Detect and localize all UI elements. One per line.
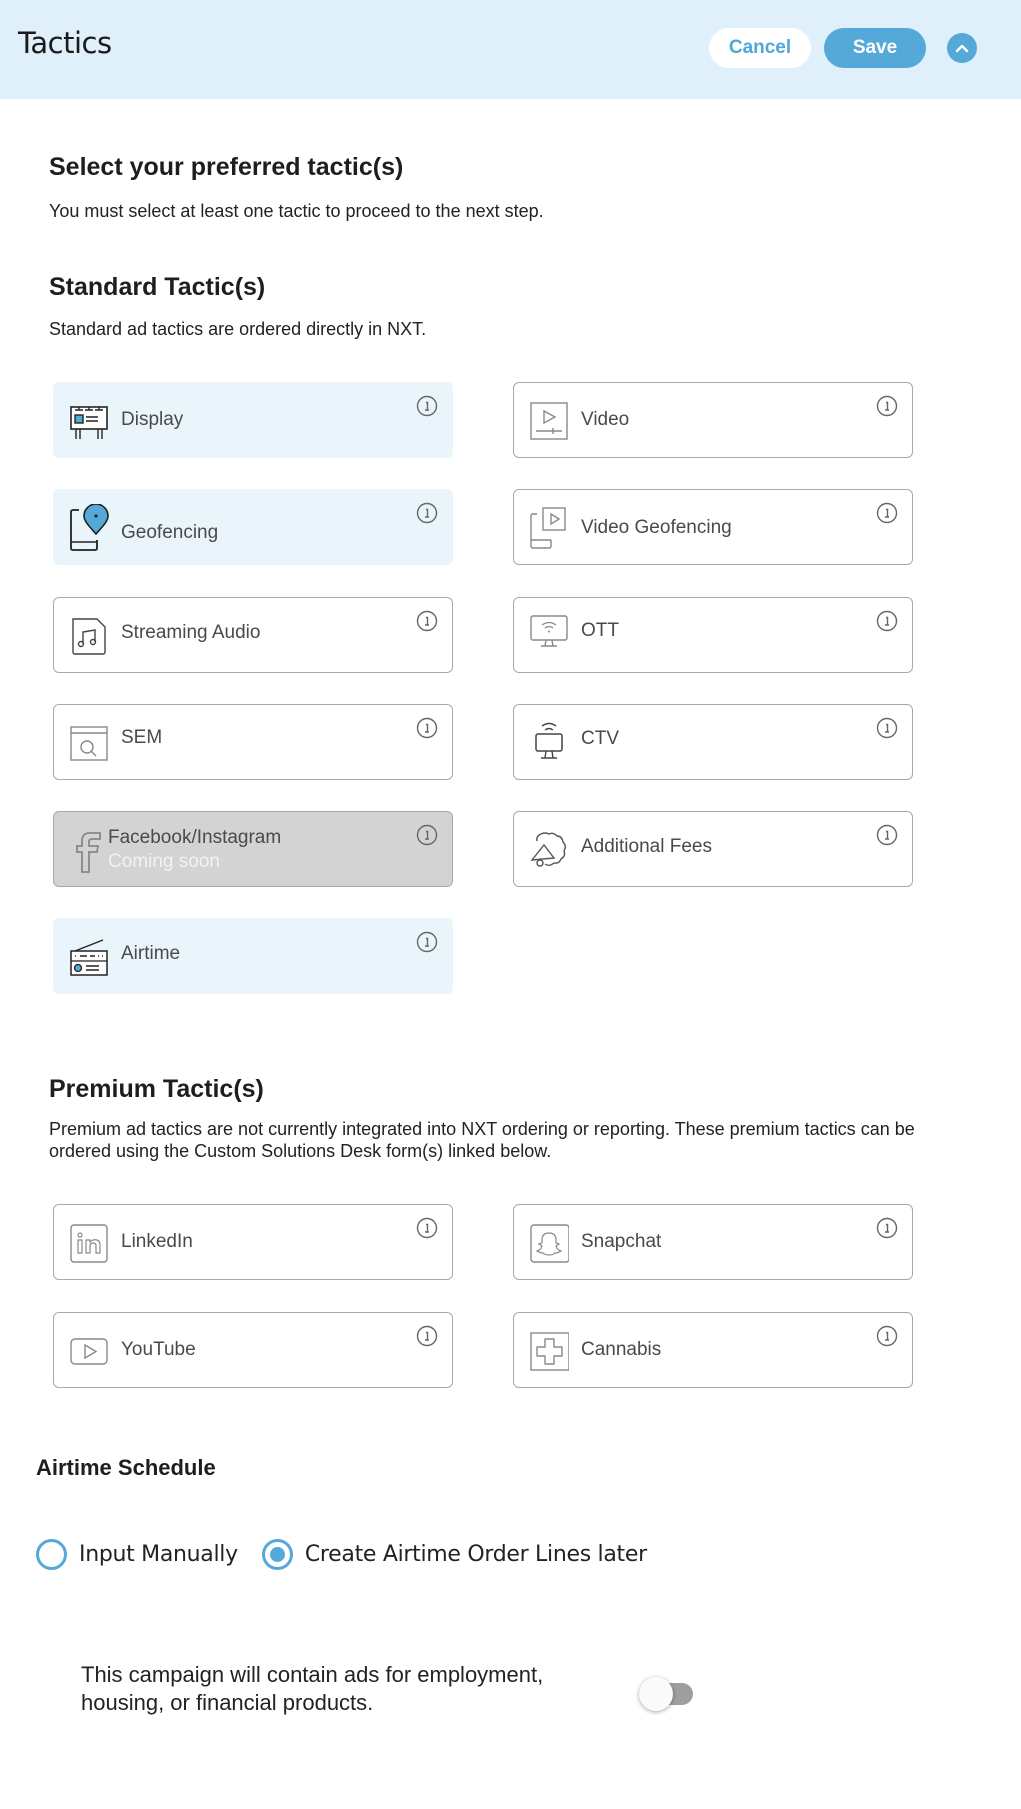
info-icon[interactable]	[416, 717, 438, 739]
tactic-card-linkedin[interactable]: LinkedIn	[53, 1204, 453, 1280]
info-icon[interactable]	[416, 931, 438, 953]
tactic-card-ott[interactable]: OTT	[513, 597, 913, 673]
music-file-icon	[72, 618, 106, 655]
tactic-card-video[interactable]: Video	[513, 382, 913, 458]
coming-soon-label: Coming soon	[108, 851, 220, 872]
tactic-card-cannabis[interactable]: Cannabis	[513, 1312, 913, 1388]
monitor-wifi-icon	[530, 615, 568, 647]
tactic-card-streaming-audio[interactable]: Streaming Audio	[53, 597, 453, 673]
info-icon[interactable]	[416, 502, 438, 524]
radio-icon	[70, 939, 108, 976]
youtube-icon	[70, 1338, 108, 1365]
tactic-label: Cannabis	[581, 1339, 662, 1360]
info-icon[interactable]	[416, 610, 438, 632]
info-icon[interactable]	[876, 1325, 898, 1347]
tactic-label: Geofencing	[121, 522, 219, 543]
tactic-label: CTV	[581, 728, 619, 749]
tactic-label: Video Geofencing	[581, 517, 732, 538]
tactic-card-display[interactable]: Display	[53, 382, 453, 458]
billboard-icon	[70, 406, 108, 439]
tactic-card-facebook-instagram: Facebook/Instagram Coming soon	[53, 811, 453, 887]
info-icon[interactable]	[876, 502, 898, 524]
intro-description: You must select at least one tactic to p…	[49, 201, 544, 221]
tactic-label: Streaming Audio	[121, 622, 261, 643]
tactic-card-sem[interactable]: SEM	[53, 704, 453, 780]
tactic-card-additional-fees[interactable]: Additional Fees	[513, 811, 913, 887]
info-icon[interactable]	[876, 717, 898, 739]
airtime-schedule-radio-group: Input Manually Create Airtime Order Line…	[36, 1539, 671, 1570]
tactic-card-geofencing[interactable]: Geofencing	[53, 489, 453, 565]
standard-heading: Standard Tactic(s)	[49, 273, 266, 301]
page-title: Tactics	[18, 26, 112, 60]
tv-signal-icon	[535, 722, 563, 759]
save-button[interactable]: Save	[824, 28, 926, 68]
info-icon[interactable]	[416, 824, 438, 846]
info-icon[interactable]	[876, 395, 898, 417]
tactic-label: Airtime	[121, 943, 181, 964]
phone-video-icon	[530, 507, 566, 549]
airtime-schedule-heading: Airtime Schedule	[36, 1455, 216, 1480]
tactic-label: Facebook/Instagram	[108, 827, 282, 848]
facebook-icon	[76, 832, 101, 873]
info-icon[interactable]	[416, 1217, 438, 1239]
compliance-text: This campaign will contain ads for emplo…	[81, 1662, 544, 1715]
tactic-label: Snapchat	[581, 1231, 662, 1252]
tactic-card-snapchat[interactable]: Snapchat	[513, 1204, 913, 1280]
info-icon[interactable]	[876, 610, 898, 632]
tactic-label: SEM	[121, 727, 163, 748]
phone-location-pin-icon	[70, 504, 109, 551]
tactic-card-youtube[interactable]: YouTube	[53, 1312, 453, 1388]
radio-label-create-later[interactable]: Create Airtime Order Lines later	[305, 1542, 647, 1567]
medical-cross-icon	[530, 1332, 569, 1371]
radio-label-input-manually[interactable]: Input Manually	[79, 1542, 238, 1567]
linkedin-icon	[70, 1224, 108, 1263]
tactic-card-airtime[interactable]: Airtime	[53, 918, 453, 994]
header-bar: Tactics Cancel Save	[0, 0, 1021, 99]
radio-create-later[interactable]	[261, 1539, 293, 1570]
tactic-label: Additional Fees	[581, 836, 712, 857]
tactic-card-ctv[interactable]: CTV	[513, 704, 913, 780]
browser-search-icon	[70, 726, 108, 761]
video-player-icon	[530, 402, 568, 440]
info-icon[interactable]	[416, 1325, 438, 1347]
info-icon[interactable]	[416, 395, 438, 417]
tactic-label: YouTube	[121, 1339, 196, 1360]
chevron-up-icon	[955, 44, 969, 53]
premium-description: Premium ad tactics are not currently int…	[49, 1119, 915, 1161]
info-icon[interactable]	[876, 824, 898, 846]
snapchat-icon	[530, 1224, 569, 1263]
premium-heading: Premium Tactic(s)	[49, 1075, 264, 1103]
megaphone-badge-icon	[530, 832, 566, 867]
collapse-button[interactable]	[947, 33, 977, 63]
standard-description: Standard ad tactics are ordered directly…	[49, 319, 427, 339]
toggle-thumb[interactable]	[639, 1677, 673, 1711]
tactic-label: Video	[581, 409, 630, 430]
cancel-button[interactable]: Cancel	[709, 28, 811, 68]
tactic-label: Display	[121, 409, 184, 430]
info-icon[interactable]	[876, 1217, 898, 1239]
tactic-label: LinkedIn	[121, 1231, 193, 1252]
tactic-card-video-geofencing[interactable]: Video Geofencing	[513, 489, 913, 565]
radio-input-manually[interactable]	[36, 1539, 67, 1570]
compliance-toggle[interactable]	[637, 1676, 697, 1711]
tactic-label: OTT	[581, 620, 619, 641]
intro-heading: Select your preferred tactic(s)	[49, 153, 404, 181]
